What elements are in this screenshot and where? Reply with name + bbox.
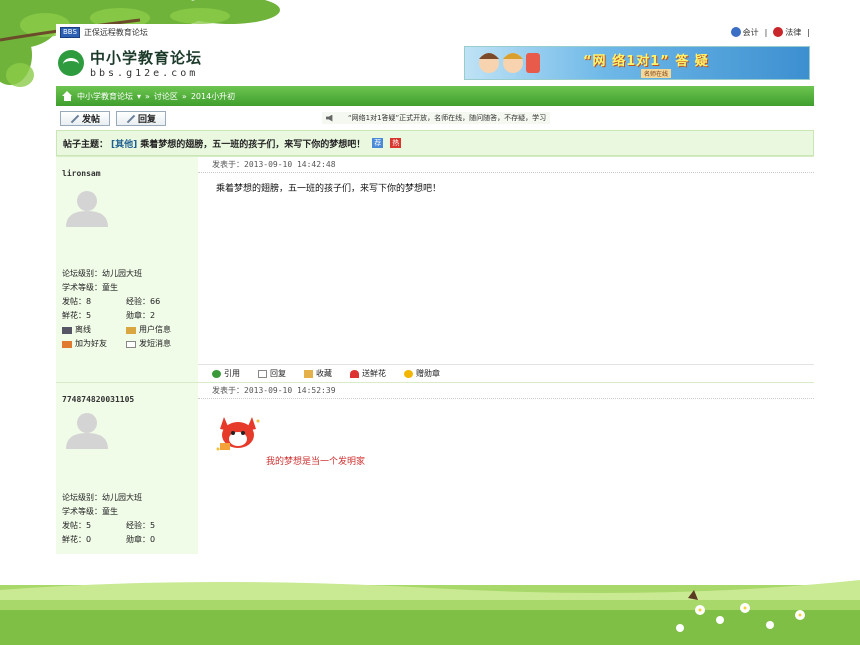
- new-post-button[interactable]: 发帖: [60, 110, 110, 126]
- breadcrumb-separator: »: [145, 91, 150, 101]
- post-body: 乘着梦想的翅膀，五一班的孩子们，来写下你的梦想吧！: [216, 184, 442, 194]
- logo-domain: bbs.g12e.com: [90, 68, 199, 79]
- chevron-down-icon[interactable]: ▾: [137, 92, 141, 101]
- subject-label: 帖子主题：: [63, 139, 109, 150]
- logo-icon: [58, 50, 84, 76]
- online-status: 离线: [62, 323, 126, 337]
- site-logo[interactable]: 中小学教育论坛 bbs.g12e.com: [58, 47, 202, 79]
- add-friend-link[interactable]: 加为好友: [62, 337, 126, 351]
- offline-icon: [62, 326, 72, 334]
- post-timestamp: 发表于：2013-09-10 14:52:39: [198, 383, 814, 399]
- message-icon: [126, 340, 136, 348]
- post-author-panel: lironsam 论坛级别：幼儿园大班 学术等级：童生 发帖：8 经验：66 鲜花…: [56, 157, 198, 382]
- breadcrumb-separator: »: [181, 91, 187, 101]
- post-content: 发表于：2013-09-10 14:42:48 乘着梦想的翅膀，五一班的孩子们，…: [198, 157, 814, 382]
- post-body: 我的梦想是当一个发明家: [266, 457, 366, 467]
- forum-level: 论坛级别：幼儿园大班: [62, 493, 142, 502]
- user-stats: 论坛级别：幼儿园大班 学术等级：童生 发帖：5 经验：5 鲜花：0 勋章：0: [62, 491, 190, 547]
- breadcrumb: 中小学教育论坛 ▾ » 讨论区 » 2014小升初: [56, 86, 814, 106]
- home-icon[interactable]: [62, 91, 73, 101]
- recommend-badge: 荐: [372, 138, 384, 148]
- thread-title: 乘着梦想的翅膀，五一班的孩子们，来写下你的梦想吧！: [140, 139, 366, 150]
- breadcrumb-section-2[interactable]: 2014小升初: [191, 91, 235, 102]
- ad-banner[interactable]: “网 络1对1” 答 疑 名师在线: [464, 46, 810, 80]
- avatar: [66, 413, 108, 449]
- favorite-icon: [304, 369, 313, 378]
- user-info-link[interactable]: 用户信息: [126, 323, 190, 337]
- reply-icon: [258, 369, 267, 378]
- logo-title: 中小学教育论坛: [90, 49, 203, 67]
- reply-post-button[interactable]: 回复: [258, 368, 286, 379]
- send-flower-button[interactable]: 送鲜花: [350, 368, 386, 379]
- avatar: [66, 191, 108, 227]
- give-medal-button[interactable]: 赠勋章: [404, 368, 440, 379]
- site-header: 中小学教育论坛 bbs.g12e.com “网 络1对1” 答 疑 名师在线: [56, 40, 814, 86]
- pencil-icon: [70, 114, 79, 123]
- separator: |: [764, 27, 768, 37]
- law-link[interactable]: 法律: [773, 27, 801, 38]
- academic-rank: 学术等级：童生: [62, 283, 118, 292]
- speaker-icon: [326, 114, 333, 122]
- post-author-panel: 774874820031105 论坛级别：幼儿园大班 学术等级：童生 发帖：5 经…: [56, 383, 198, 554]
- thread-subject-bar: 帖子主题： [其他] 乘着梦想的翅膀，五一班的孩子们，来写下你的梦想吧！ 荐 热: [56, 130, 814, 156]
- action-bar: 发帖 回复 “网络1对1答疑”正式开放，名师在线，随问随答，不存疑，学习: [56, 106, 814, 130]
- fox-emoticon-icon: [216, 417, 260, 451]
- academic-rank: 学术等级：童生: [62, 507, 118, 516]
- post-count: 发帖：8: [62, 297, 92, 306]
- medal-icon: [404, 369, 413, 378]
- pencil-icon: [126, 114, 135, 123]
- post-content: 发表于：2013-09-10 14:52:39 我的梦想是当一个发明家: [198, 383, 814, 554]
- grass-decoration: [0, 580, 860, 645]
- add-friend-icon: [62, 340, 72, 348]
- forum-level: 论坛级别：幼儿园大班: [62, 269, 142, 278]
- kids-illustration: [479, 53, 540, 73]
- user-info-icon: [126, 326, 136, 334]
- breadcrumb-section-1[interactable]: 讨论区: [154, 91, 178, 102]
- post: lironsam 论坛级别：幼儿园大班 学术等级：童生 发帖：8 经验：66 鲜花…: [56, 156, 814, 382]
- username[interactable]: lironsam: [62, 169, 192, 178]
- post-toolbar: 引用 回复 收藏 送鲜花 赠勋章: [198, 364, 814, 382]
- bbs-badge: BBS: [60, 26, 80, 38]
- flowers: 鲜花：0: [62, 535, 92, 544]
- reply-button[interactable]: 回复: [116, 110, 166, 126]
- experience: 经验：66: [126, 297, 161, 306]
- banner-headline: “网 络1对1” 答 疑: [583, 54, 709, 69]
- medals: 勋章：0: [126, 535, 156, 544]
- flowers: 鲜花：5: [62, 311, 92, 320]
- breadcrumb-forum[interactable]: 中小学教育论坛: [77, 91, 133, 102]
- post-timestamp: 发表于：2013-09-10 14:42:48: [198, 157, 814, 173]
- forum-page: BBS 正保远程教育论坛 会计 | 法律 | 中小学教育论坛 bbs.g12e.…: [56, 24, 814, 554]
- quote-icon: [212, 369, 221, 378]
- username[interactable]: 774874820031105: [62, 395, 192, 404]
- law-icon: [773, 27, 784, 37]
- accounting-icon: [730, 27, 741, 37]
- quote-button[interactable]: 引用: [212, 368, 240, 379]
- post: 774874820031105 论坛级别：幼儿园大班 学术等级：童生 发帖：5 经…: [56, 382, 814, 554]
- send-message-link[interactable]: 发短消息: [126, 337, 190, 351]
- post-count: 发帖：5: [62, 521, 92, 530]
- site-label[interactable]: 正保远程教育论坛: [84, 27, 148, 38]
- top-utility-bar: BBS 正保远程教育论坛 会计 | 法律 |: [56, 24, 814, 40]
- favorite-button[interactable]: 收藏: [304, 368, 332, 379]
- separator: |: [807, 27, 810, 37]
- hot-badge: 热: [390, 138, 402, 148]
- user-stats: 论坛级别：幼儿园大班 学术等级：童生 发帖：8 经验：66 鲜花：5 勋章：2 离线…: [62, 267, 190, 351]
- accounting-link[interactable]: 会计: [730, 27, 759, 38]
- experience: 经验：5: [126, 521, 156, 530]
- banner-sub: 名师在线: [641, 69, 672, 78]
- medals: 勋章：2: [126, 311, 156, 320]
- flower-icon: [350, 369, 359, 378]
- notice-marquee[interactable]: “网络1对1答疑”正式开放，名师在线，随问随答，不存疑，学习: [322, 112, 551, 124]
- subject-category[interactable]: [其他]: [111, 137, 137, 150]
